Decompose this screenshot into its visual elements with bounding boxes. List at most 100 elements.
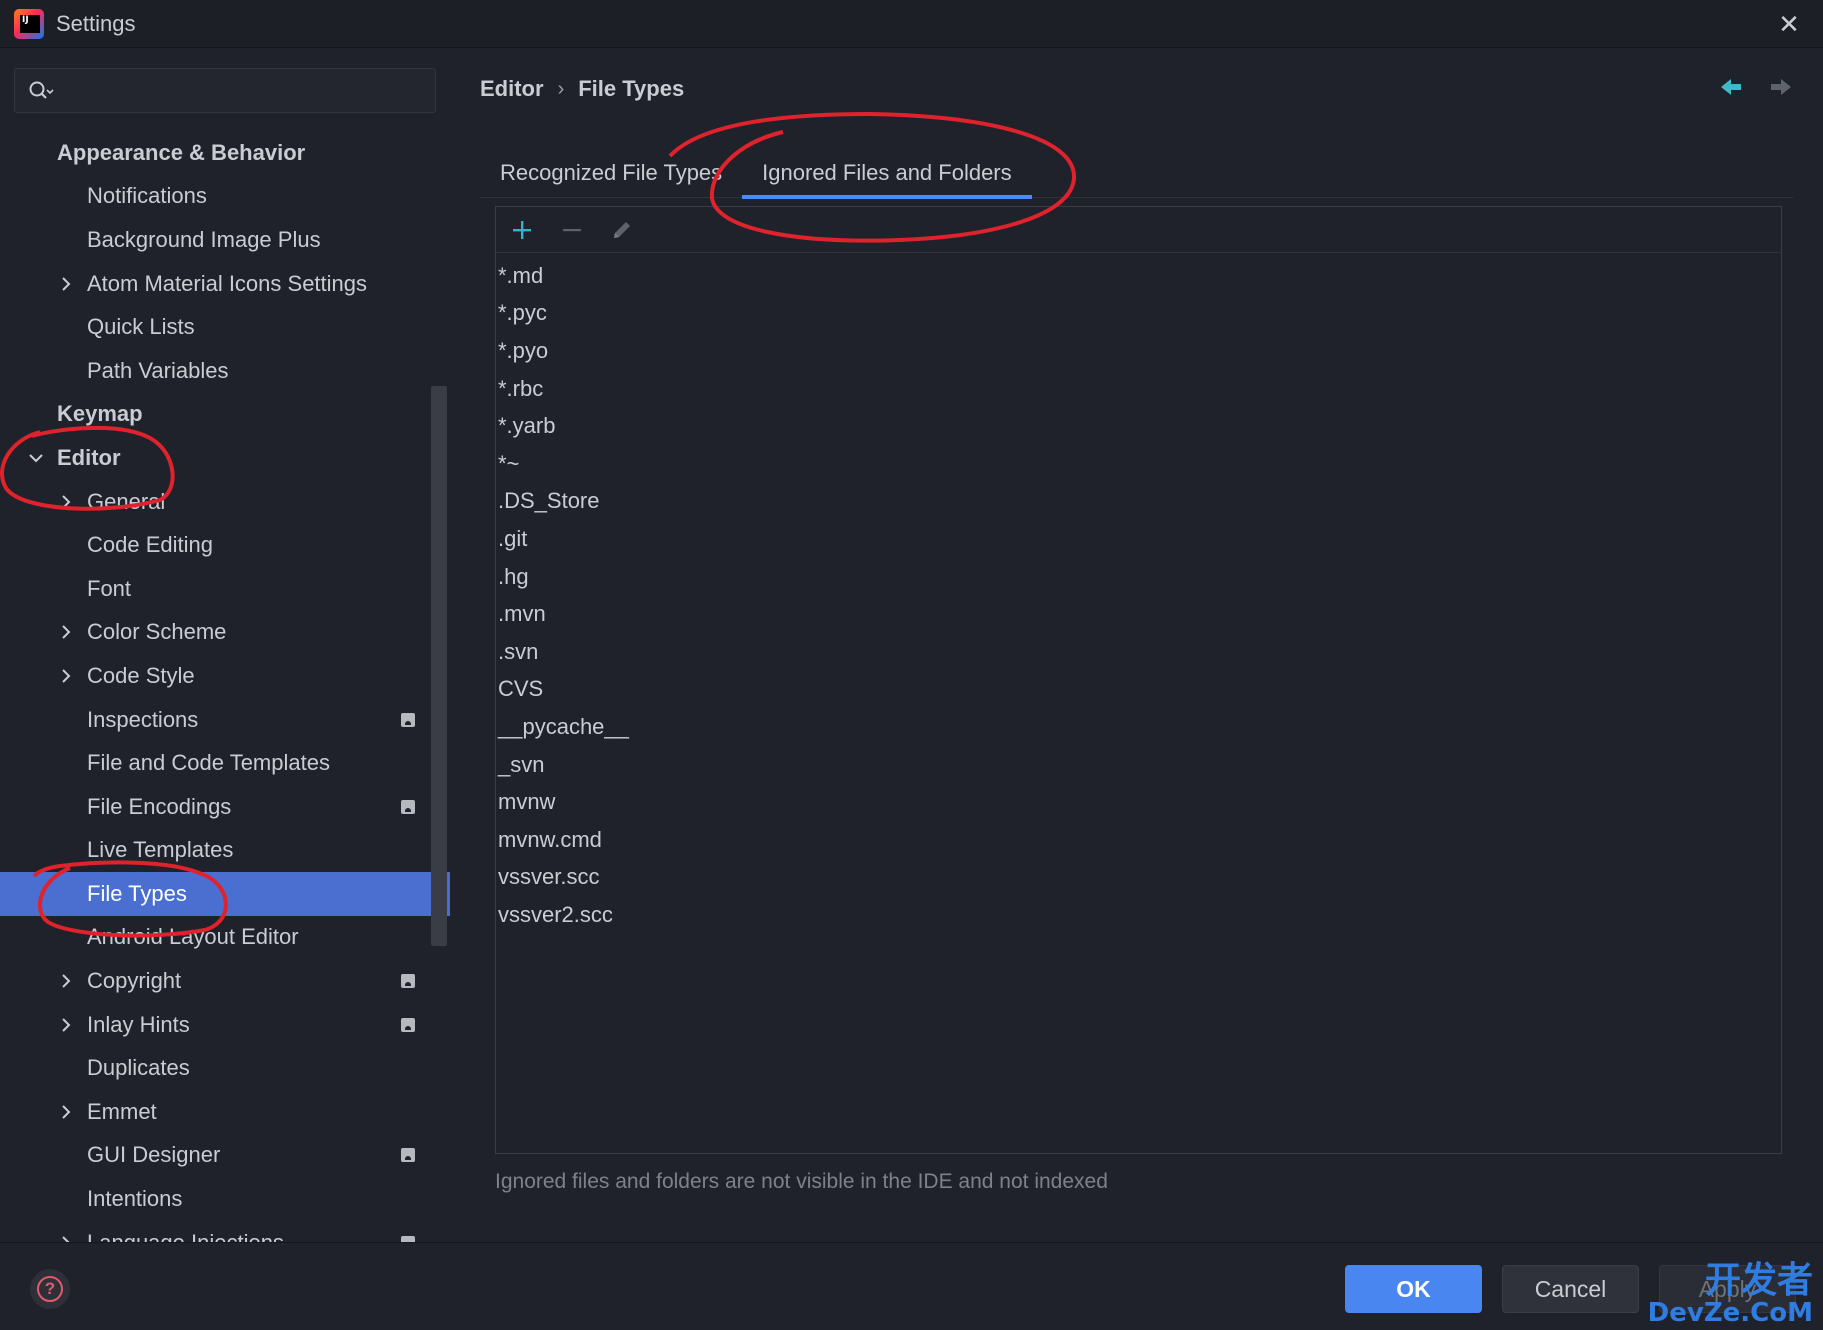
settings-search [14,68,436,113]
list-item[interactable]: mvnw.cmd [496,821,1781,859]
sidebar-item-label: Code Style [87,662,195,688]
sidebar-item-duplicates[interactable]: Duplicates [0,1046,450,1090]
tab-recognized-file-types[interactable]: Recognized File Types [480,148,742,198]
list-hint-text: Ignored files and folders are not visibl… [495,1170,1108,1193]
sidebar-item-file-encodings[interactable]: File Encodings [0,785,450,829]
dialog-footer: ? OK Cancel Apply 开发者 DevZe.CoM [0,1242,1823,1330]
title-bar: Settings ✕ [0,0,1823,48]
sidebar-item-code-editing[interactable]: Code Editing [0,523,450,567]
settings-sidebar: Appearance & Behavior Notifications Backgr… [0,48,450,1242]
sidebar-item-background-image-plus[interactable]: Background Image Plus [0,218,450,262]
sidebar-item-notifications[interactable]: Notifications [0,175,450,219]
chevron-right-icon[interactable] [56,1233,76,1242]
list-item[interactable]: .svn [496,633,1781,671]
sidebar-item-label: Code Editing [87,532,213,558]
sidebar-item-label: Intentions [87,1186,183,1212]
list-item[interactable]: _svn [496,746,1781,784]
sidebar-item-language-injections[interactable]: Language Injections [0,1221,450,1242]
sidebar-item-label: Emmet [87,1098,157,1124]
sidebar-item-label: General [87,488,166,514]
breadcrumb-parent[interactable]: Editor [480,76,544,102]
file-types-tabs: Recognized File Types Ignored Files and … [480,148,1793,199]
sidebar-item-copyright[interactable]: Copyright [0,959,450,1003]
list-item[interactable]: *.rbc [496,370,1781,408]
list-item[interactable]: .git [496,520,1781,558]
sidebar-item-inlay-hints[interactable]: Inlay Hints [0,1003,450,1047]
sidebar-item-color-scheme[interactable]: Color Scheme [0,611,450,655]
sidebar-item-label: Notifications [87,183,207,209]
list-item[interactable]: mvnw [496,783,1781,821]
close-icon[interactable]: ✕ [1775,10,1803,38]
sidebar-item-editor[interactable]: Editor [0,436,450,480]
sidebar-item-path-variables[interactable]: Path Variables [0,349,450,393]
search-input[interactable] [61,70,435,111]
list-item[interactable]: .mvn [496,595,1781,633]
sidebar-item-keymap[interactable]: Keymap [0,393,450,437]
history-navigation [1719,76,1793,103]
chevron-right-icon[interactable] [56,1102,76,1122]
list-item[interactable]: *~ [496,445,1781,483]
sidebar-item-intentions[interactable]: Intentions [0,1177,450,1221]
sidebar-item-file-types[interactable]: File Types [0,872,450,916]
sidebar-item-appearance-behavior[interactable]: Appearance & Behavior [0,131,450,175]
sidebar-item-inspections[interactable]: Inspections [0,698,450,742]
sidebar-item-label: Quick Lists [87,314,195,340]
back-arrow-icon[interactable] [1719,76,1743,103]
watermark-main: 开发者 [1704,1260,1813,1301]
plus-icon[interactable] [508,216,536,244]
sidebar-item-label: Editor [57,444,121,470]
watermark: 开发者 DevZe.CoM [1647,1260,1813,1328]
chevron-right-icon[interactable] [56,492,76,512]
list-item[interactable]: __pycache__ [496,708,1781,746]
forward-arrow-icon[interactable] [1769,76,1793,103]
sidebar-item-gui-designer[interactable]: GUI Designer [0,1134,450,1178]
sidebar-item-code-style[interactable]: Code Style [0,654,450,698]
breadcrumb-current: File Types [578,76,685,101]
minus-icon[interactable] [558,216,586,244]
sidebar-item-label: Language Injections [87,1230,284,1242]
sidebar-item-font[interactable]: Font [0,567,450,611]
sidebar-item-label: Inlay Hints [87,1011,190,1037]
chevron-right-icon[interactable] [56,622,76,642]
sidebar-item-emmet[interactable]: Emmet [0,1090,450,1134]
ok-button[interactable]: OK [1345,1265,1482,1313]
list-item[interactable]: *.pyc [496,295,1781,333]
breadcrumb-separator: › [557,77,565,100]
project-level-icon [401,712,415,727]
sidebar-item-label: Android Layout Editor [87,924,299,950]
sidebar-item-label: File Types [87,880,187,906]
window-title: Settings [56,10,136,36]
list-item[interactable]: *.yarb [496,407,1781,445]
list-item[interactable]: CVS [496,671,1781,709]
search-icon[interactable] [21,76,61,106]
sidebar-item-live-templates[interactable]: Live Templates [0,829,450,873]
list-item[interactable]: *.pyo [496,332,1781,370]
list-item[interactable]: vssver.scc [496,859,1781,897]
list-item[interactable]: .hg [496,558,1781,596]
watermark-sub: DevZe.CoM [1647,1298,1813,1328]
chevron-down-icon[interactable] [26,448,46,468]
sidebar-item-android-layout-editor[interactable]: Android Layout Editor [0,916,450,960]
chevron-right-icon[interactable] [56,971,76,991]
cancel-button[interactable]: Cancel [1502,1265,1639,1313]
sidebar-item-quick-lists[interactable]: Quick Lists [0,305,450,349]
sidebar-item-label: Color Scheme [87,619,227,645]
project-level-icon [401,799,415,814]
ignored-files-panel: *.md *.pyc *.pyo *.rbc *.yarb *~ .DS_Store .git… [495,206,1782,1154]
list-item[interactable]: vssver2.scc [496,896,1781,934]
sidebar-item-atom-material-icons-settings[interactable]: Atom Material Icons Settings [0,262,450,306]
sidebar-scrollbar[interactable] [431,386,447,946]
sidebar-item-label: Inspections [87,706,199,732]
help-button[interactable]: ? [30,1269,70,1309]
sidebar-item-label: Keymap [57,401,143,427]
list-item[interactable]: .DS_Store [496,483,1781,521]
settings-content: Editor › File Types Recognized File Type… [450,48,1823,1242]
chevron-right-icon[interactable] [56,1015,76,1035]
chevron-right-icon[interactable] [56,274,76,294]
sidebar-item-general[interactable]: General [0,480,450,524]
chevron-right-icon[interactable] [56,666,76,686]
tab-ignored-files-and-folders[interactable]: Ignored Files and Folders [742,148,1033,199]
list-item[interactable]: *.md [496,257,1781,295]
sidebar-item-file-and-code-templates[interactable]: File and Code Templates [0,741,450,785]
pencil-icon[interactable] [608,216,636,244]
